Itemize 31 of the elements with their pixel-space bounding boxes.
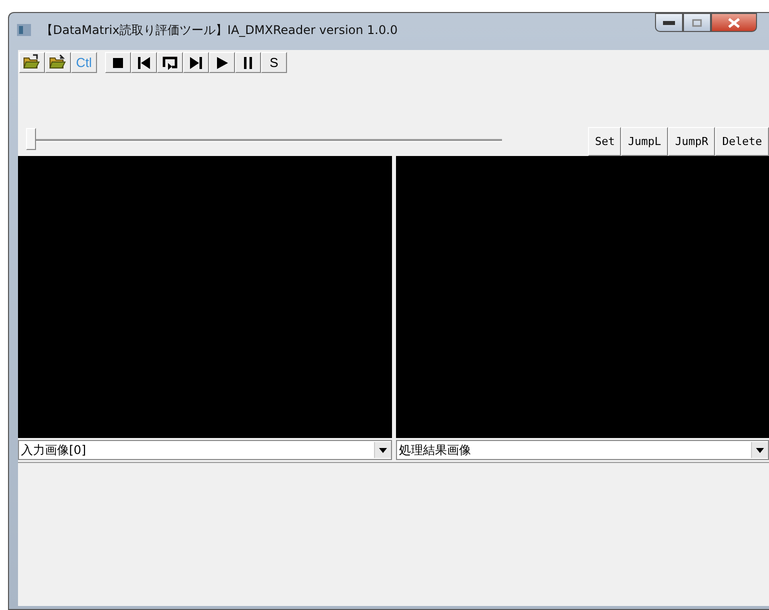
action-button[interactable]: Delete xyxy=(715,127,769,156)
image-dropdown[interactable]: 入力画像[0] xyxy=(18,440,392,460)
dropdown-arrow-icon xyxy=(379,448,387,452)
close-button[interactable] xyxy=(711,13,757,32)
action-button[interactable]: JumpL xyxy=(621,127,668,156)
maximize-button[interactable] xyxy=(683,13,711,32)
toolbar-button[interactable] xyxy=(45,52,71,73)
minimize-icon xyxy=(663,20,675,24)
loop-icon xyxy=(161,54,179,71)
open-folder-icon xyxy=(49,54,67,71)
skip-back-icon xyxy=(135,54,153,71)
action-button[interactable]: Set xyxy=(588,127,621,156)
app-icon xyxy=(17,24,31,36)
toolbar-button[interactable] xyxy=(105,52,131,73)
minimize-button[interactable] xyxy=(655,13,683,32)
toolbar-button[interactable] xyxy=(19,52,45,73)
toolbar-button[interactable] xyxy=(131,52,157,73)
toolbar-button[interactable] xyxy=(157,52,183,73)
toolbar-button[interactable] xyxy=(183,52,209,73)
image-dropdown[interactable]: 処理結果画像 xyxy=(396,440,769,460)
maximize-icon xyxy=(692,18,702,26)
action-button[interactable]: JumpR xyxy=(668,127,716,156)
window-title: 【DataMatrix読取り評価ツール】IA_DMXReader version 1.0.0 xyxy=(41,22,398,38)
close-icon xyxy=(728,18,740,28)
toolbar-button[interactable]: S xyxy=(261,52,287,73)
position-slider[interactable] xyxy=(26,128,502,152)
toolbar-button[interactable] xyxy=(235,52,261,73)
dropdown-arrow-icon xyxy=(756,448,764,452)
open-folder-icon xyxy=(23,54,41,71)
skip-forward-icon xyxy=(187,54,205,71)
toolbar-button[interactable] xyxy=(209,52,235,73)
